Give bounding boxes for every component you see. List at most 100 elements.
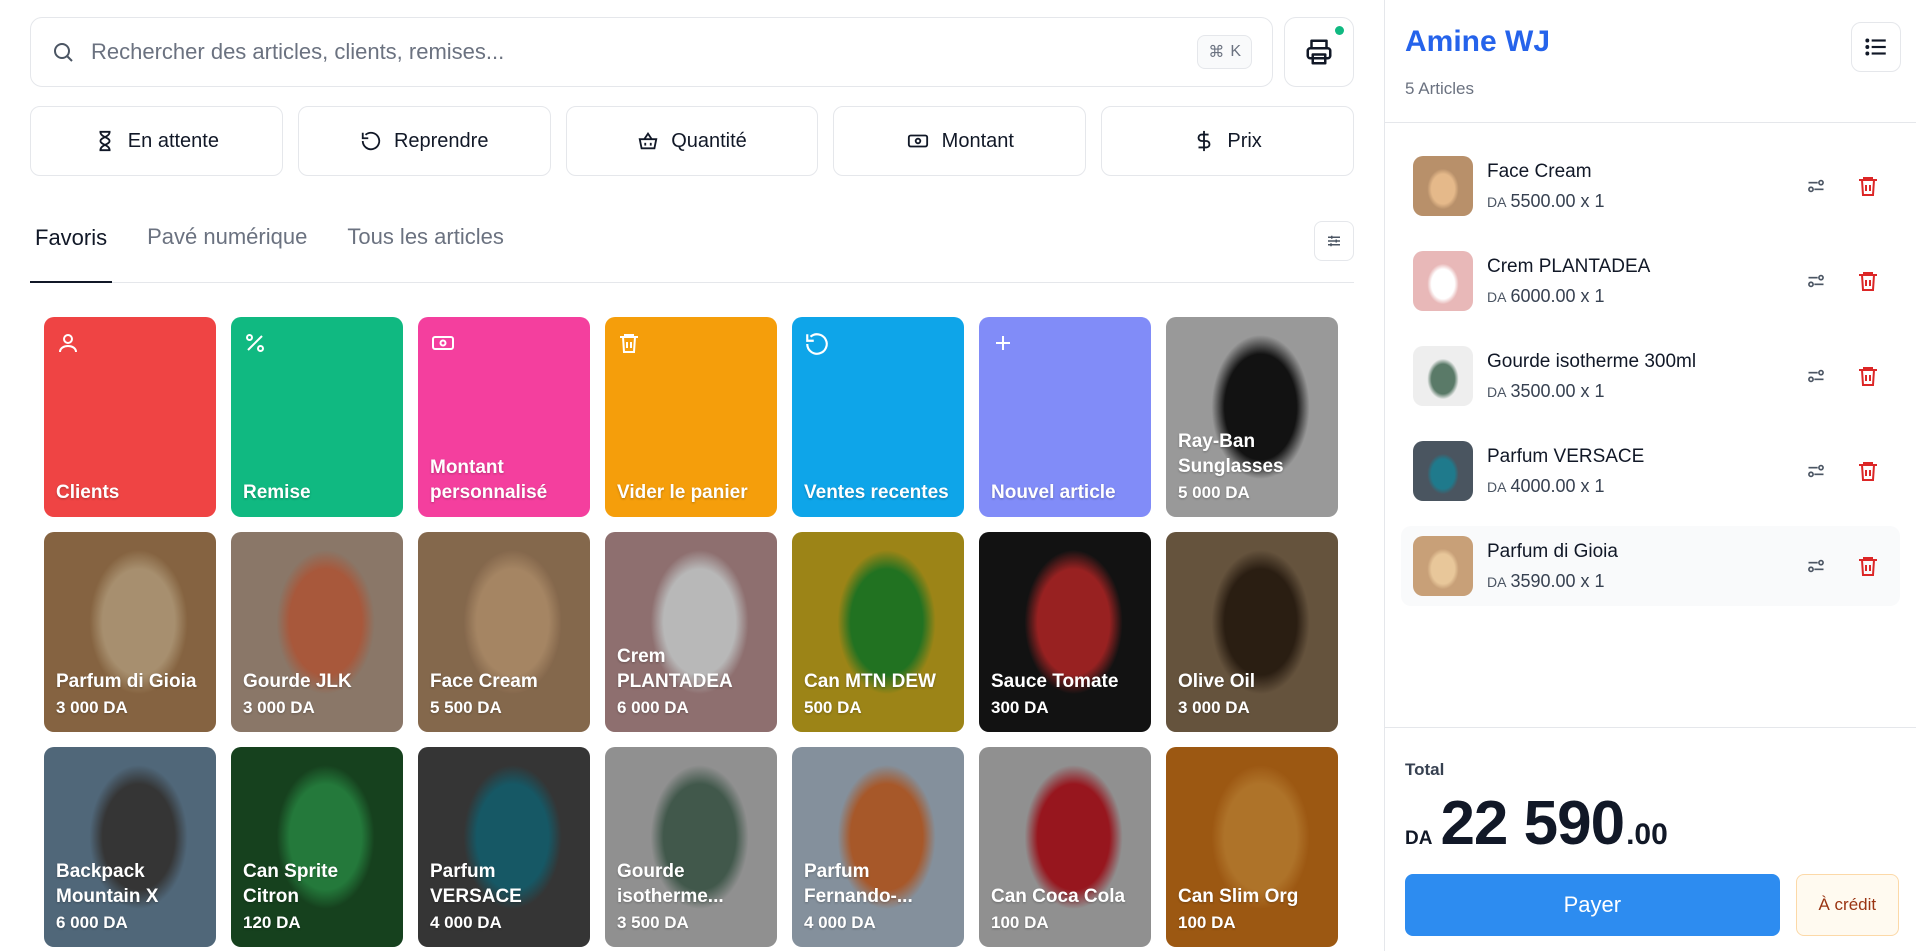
product-price: 6 000 DA <box>56 913 128 932</box>
product-tile[interactable]: Backpack Mountain X 6 000 DA <box>44 747 216 947</box>
trash-icon <box>1859 367 1877 386</box>
quantity-label: Quantité <box>671 129 747 152</box>
shortcut-hint: ⌘ K <box>1197 35 1252 69</box>
product-tile[interactable]: Gourde JLK 3 000 DA <box>231 532 403 732</box>
product-tile[interactable]: Face Cream 5 500 DA <box>418 532 590 732</box>
product-name: Face Cream <box>430 671 538 692</box>
product-price: 6 000 DA <box>617 698 689 717</box>
tile-remise[interactable]: Remise <box>231 317 403 517</box>
product-name: Gourde JLK <box>243 671 352 692</box>
tile-vider-panier[interactable]: Vider le panier <box>605 317 777 517</box>
tile-montant-personnalise[interactable]: Montant personnalisé <box>418 317 590 517</box>
edit-item-button[interactable] <box>1796 546 1836 586</box>
cart-item-info: Parfum di Gioia DA 3590.00 x 1 <box>1487 541 1784 592</box>
tile-label: Parfum VERSACE 4 000 DA <box>430 859 578 935</box>
edit-item-button[interactable] <box>1796 166 1836 206</box>
credit-button[interactable]: À crédit <box>1795 874 1899 936</box>
total-label: Total <box>1405 760 1445 779</box>
edit-item-button[interactable] <box>1796 261 1836 301</box>
tile-label: Ray-Ban Sunglasses 5 000 DA <box>1178 429 1326 505</box>
tile-nouvel-article[interactable]: Nouvel article <box>979 317 1151 517</box>
banknote-icon <box>432 336 454 350</box>
hold-button[interactable]: En attente <box>30 106 283 176</box>
tile-name: Vider le panier <box>617 482 748 503</box>
search-input[interactable] <box>91 39 1182 65</box>
price-label: Prix <box>1227 129 1262 152</box>
tile-label: Ventes recentes <box>804 480 952 505</box>
tile-label: Crem PLANTADEA 6 000 DA <box>617 644 765 720</box>
product-tile[interactable]: Can Sprite Citron 120 DA <box>231 747 403 947</box>
printer-button[interactable] <box>1284 17 1354 87</box>
amount-button[interactable]: Montant <box>833 106 1087 176</box>
adjust-icon <box>1808 559 1824 573</box>
product-tile[interactable]: Can Coca Cola 100 DA <box>979 747 1151 947</box>
grid-settings-button[interactable] <box>1314 221 1354 261</box>
total-integer: 22 590 <box>1440 789 1625 858</box>
product-tile[interactable]: Ray-Ban Sunglasses 5 000 DA <box>1166 317 1338 517</box>
trash-icon <box>1859 557 1877 576</box>
tile-clients[interactable]: Clients <box>44 317 216 517</box>
list-icon <box>1865 38 1886 56</box>
delete-item-button[interactable] <box>1848 261 1888 301</box>
tile-label: Can Slim Org 100 DA <box>1178 884 1326 935</box>
search-bar[interactable]: ⌘ K <box>30 17 1273 87</box>
cart-menu-button[interactable] <box>1851 22 1901 72</box>
product-tile[interactable]: Parfum VERSACE 4 000 DA <box>418 747 590 947</box>
delete-item-button[interactable] <box>1848 166 1888 206</box>
cart-item[interactable]: Parfum VERSACE DA 4000.00 x 1 <box>1401 431 1900 511</box>
pay-button[interactable]: Payer <box>1405 874 1780 936</box>
product-tile[interactable]: Sauce Tomate 300 DA <box>979 532 1151 732</box>
product-tile[interactable]: Crem PLANTADEA 6 000 DA <box>605 532 777 732</box>
tile-label: Can Sprite Citron 120 DA <box>243 859 391 935</box>
delete-item-button[interactable] <box>1848 356 1888 396</box>
cart-footer: Total DA 22 590 .00 Payer À crédit <box>1385 727 1916 951</box>
product-price: 100 DA <box>991 913 1049 932</box>
product-tile[interactable]: Can Slim Org 100 DA <box>1166 747 1338 947</box>
adjust-icon <box>1808 369 1824 383</box>
tile-name: Montant personnalisé <box>430 457 548 503</box>
product-price: 3 000 DA <box>56 698 128 717</box>
cart-item[interactable]: Crem PLANTADEA DA 6000.00 x 1 <box>1401 241 1900 321</box>
tab-favoris[interactable]: Favoris <box>30 221 113 283</box>
tile-name: Nouvel article <box>991 482 1116 503</box>
edit-item-button[interactable] <box>1796 356 1836 396</box>
product-name: Sauce Tomate <box>991 671 1119 692</box>
cart-item-price-value: 6000.00 x 1 <box>1510 285 1605 306</box>
cart-item-info: Crem PLANTADEA DA 6000.00 x 1 <box>1487 256 1784 307</box>
cart-item[interactable]: Face Cream DA 5500.00 x 1 <box>1401 146 1900 226</box>
product-name: Backpack Mountain X <box>56 861 159 907</box>
cart-header: Amine WJ 5 Articles <box>1385 0 1916 123</box>
tile-label: Can MTN DEW 500 DA <box>804 669 952 720</box>
delete-item-button[interactable] <box>1848 451 1888 491</box>
tab-tous-les-articles[interactable]: Tous les articles <box>342 220 509 282</box>
product-price: 300 DA <box>991 698 1049 717</box>
cart-item-name: Gourde isotherme 300ml <box>1487 350 1697 372</box>
tile-ventes-recentes[interactable]: Ventes recentes <box>792 317 964 517</box>
product-tile[interactable]: Parfum di Gioia 3 000 DA <box>44 532 216 732</box>
adjust-icon <box>1808 464 1824 478</box>
quantity-button[interactable]: Quantité <box>565 106 819 176</box>
payment-actions: Payer À crédit <box>1405 874 1899 936</box>
currency-label: DA <box>1487 383 1507 400</box>
total-decimals: .00 <box>1626 818 1668 851</box>
tab-pave-numerique[interactable]: Pavé numérique <box>142 220 312 282</box>
item-grid: Clients Remise Montant personnalisé Vide… <box>30 317 1354 947</box>
history-icon <box>806 333 828 355</box>
adjust-icon <box>1808 274 1824 288</box>
customer-name[interactable]: Amine WJ <box>1405 25 1896 59</box>
price-button[interactable]: Prix <box>1101 106 1354 176</box>
resume-button[interactable]: Reprendre <box>297 106 551 176</box>
product-tile[interactable]: Olive Oil 3 000 DA <box>1166 532 1338 732</box>
cart-item-thumbnail <box>1413 156 1473 216</box>
cart-item-price-value: 5500.00 x 1 <box>1510 190 1605 211</box>
tile-label: Montant personnalisé <box>430 455 578 505</box>
product-tile[interactable]: Parfum Fernando-... 4 000 DA <box>792 747 964 947</box>
product-tile[interactable]: Gourde isotherme... 3 500 DA <box>605 747 777 947</box>
product-tile[interactable]: Can MTN DEW 500 DA <box>792 532 964 732</box>
adjust-icon <box>1808 179 1824 193</box>
cart-item[interactable]: Gourde isotherme 300ml DA 3500.00 x 1 <box>1401 336 1900 416</box>
cart-item[interactable]: Parfum di Gioia DA 3590.00 x 1 <box>1401 526 1900 606</box>
edit-item-button[interactable] <box>1796 451 1836 491</box>
delete-item-button[interactable] <box>1848 546 1888 586</box>
printer-icon <box>1306 39 1332 65</box>
